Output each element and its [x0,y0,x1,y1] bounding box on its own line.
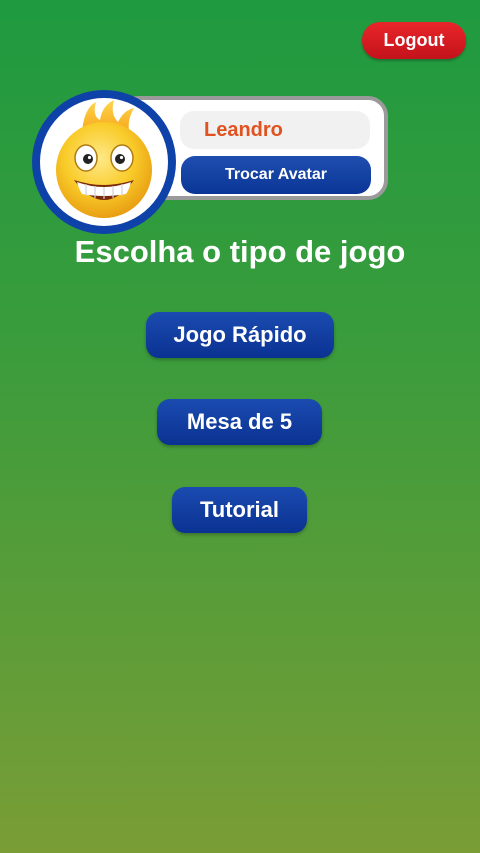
logout-button[interactable]: Logout [362,22,466,59]
quick-game-button[interactable]: Jogo Rápido [146,312,334,358]
username-field: Leandro [180,111,370,149]
avatar[interactable] [40,98,168,226]
table-of-five-button[interactable]: Mesa de 5 [157,399,322,445]
page-title: Escolha o tipo de jogo [74,234,406,269]
tutorial-button[interactable]: Tutorial [172,487,307,533]
change-avatar-button[interactable]: Trocar Avatar [181,156,371,194]
smiley-flame-icon [56,100,152,218]
